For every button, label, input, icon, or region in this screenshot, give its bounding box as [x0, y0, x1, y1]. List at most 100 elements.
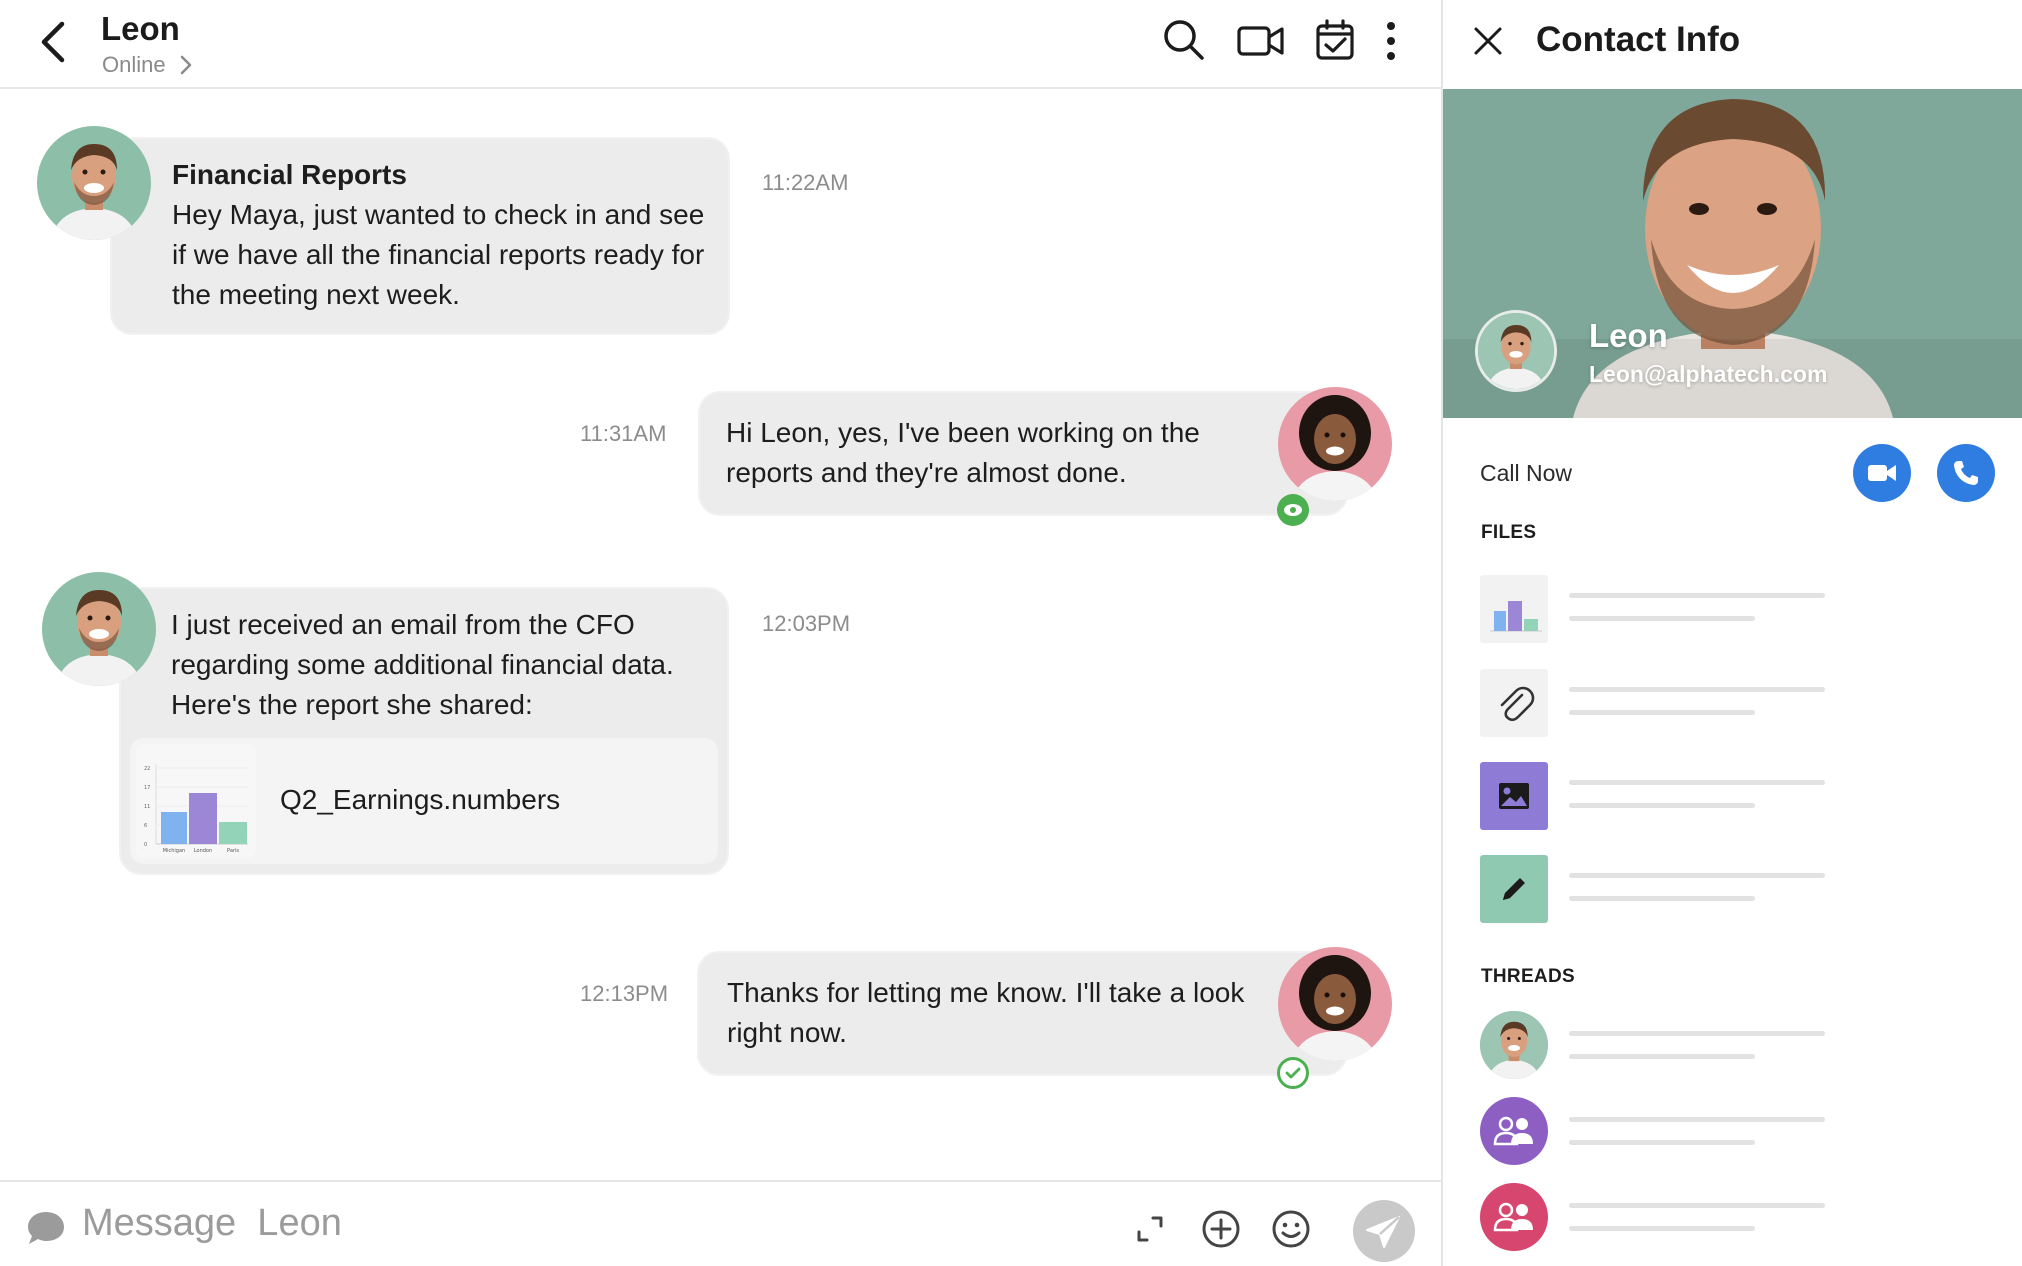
delivered-receipt-icon: [1277, 1057, 1309, 1089]
thumb-tick: 22: [144, 766, 150, 772]
message-bubble-incoming[interactable]: Financial Reports Hey Maya, just wanted …: [112, 139, 728, 333]
thread-item[interactable]: [1480, 1183, 1990, 1253]
leon-face-icon: [37, 126, 151, 240]
emoji-icon[interactable]: [1270, 1208, 1312, 1250]
thumb-tick: 6: [144, 823, 147, 829]
contact-info-panel: Contact Info Leon Leon@alphatech.com Cal…: [1441, 0, 2022, 1266]
maya-avatar[interactable]: [1278, 387, 1392, 501]
leon-avatar[interactable]: [42, 572, 156, 686]
contact-avatar: [1475, 310, 1557, 392]
thumb-category: Michigan: [163, 848, 185, 854]
calendar-task-button[interactable]: [1312, 16, 1360, 64]
message-input[interactable]: [82, 1196, 982, 1250]
maya-face-icon: [1278, 947, 1392, 1061]
close-button[interactable]: [1471, 24, 1505, 58]
message-text: Thanks for letting me know. I'll take a …: [727, 977, 1245, 1048]
send-button[interactable]: [1353, 1200, 1415, 1262]
image-icon: [1480, 762, 1548, 830]
message-text: Hey Maya, just wanted to check in and se…: [172, 199, 705, 310]
placeholder-line: [1569, 1031, 1825, 1036]
calendar-check-icon: [1316, 19, 1354, 60]
placeholder-line: [1569, 1226, 1755, 1231]
placeholder-line: [1569, 896, 1755, 901]
chevron-left-icon: [41, 21, 65, 63]
contact-hero-photo: Leon Leon@alphatech.com: [1443, 89, 2022, 418]
message-time: 11:31AM: [580, 421, 667, 446]
placeholder-line: [1569, 687, 1825, 692]
phone-icon: [1954, 461, 1978, 485]
video-camera-icon: [1868, 465, 1896, 481]
more-options-button[interactable]: [1373, 16, 1409, 64]
file-item[interactable]: [1480, 669, 1990, 737]
file-item[interactable]: [1480, 855, 1990, 923]
contact-name[interactable]: Leon: [101, 10, 180, 48]
chat-pane: Leon Online Financial Reports Hey Maya, …: [0, 0, 1441, 1266]
pencil-icon: [1480, 855, 1548, 923]
leon-avatar: [1480, 1011, 1548, 1079]
send-icon: [1366, 1216, 1400, 1248]
message-title: Financial Reports: [172, 159, 407, 190]
files-section-label: FILES: [1481, 522, 1537, 543]
placeholder-line: [1569, 873, 1825, 878]
message-time: 11:22AM: [762, 170, 849, 195]
chat-bubble-icon: [28, 1212, 64, 1244]
contact-name: Leon: [1589, 317, 1668, 354]
maya-face-icon: [1278, 387, 1392, 501]
bar-chart-icon: 22 17 11 6 0 Michigan London Paris: [144, 764, 248, 854]
search-icon: [1164, 20, 1204, 60]
video-call-now-button[interactable]: [1853, 444, 1911, 502]
placeholder-line: [1569, 1117, 1825, 1122]
thread-item[interactable]: [1480, 1011, 1990, 1081]
contact-status-link[interactable]: Online: [102, 52, 192, 78]
placeholder-line: [1569, 593, 1825, 598]
message-text: Hi Leon, yes, I've been working on the r…: [726, 417, 1200, 488]
attachment-filename: Q2_Earnings.numbers: [280, 784, 561, 815]
file-item[interactable]: [1480, 575, 1990, 643]
placeholder-line: [1569, 1054, 1755, 1059]
maya-avatar[interactable]: [1278, 947, 1392, 1061]
more-vertical-icon: [1387, 22, 1395, 60]
attachment-thumbnail: 22 17 11 6 0 Michigan London Paris: [136, 744, 256, 858]
thumb-tick: 17: [144, 785, 150, 791]
threads-section-label: THREADS: [1481, 966, 1575, 987]
placeholder-line: [1569, 710, 1755, 715]
placeholder-line: [1569, 1203, 1825, 1208]
thumb-category: Paris: [227, 848, 239, 854]
message-time: 12:13PM: [580, 981, 669, 1006]
back-button[interactable]: [36, 18, 76, 66]
message-text: I just received an email from the CFO re…: [171, 609, 674, 720]
expand-icon[interactable]: [1133, 1212, 1167, 1246]
video-call-button[interactable]: [1236, 16, 1284, 64]
call-now-label: Call Now: [1480, 460, 1573, 486]
thread-item[interactable]: [1480, 1097, 1990, 1167]
contact-email[interactable]: Leon@alphatech.com: [1589, 361, 1827, 388]
file-item[interactable]: [1480, 762, 1990, 830]
add-icon[interactable]: [1200, 1208, 1242, 1250]
thumb-tick: 11: [144, 804, 150, 810]
leon-avatar[interactable]: [37, 126, 151, 240]
thumb-category: London: [194, 848, 212, 854]
leon-face-icon: [42, 572, 156, 686]
bar-chart-icon: [1480, 575, 1548, 643]
placeholder-line: [1569, 780, 1825, 785]
message-bubble-outgoing[interactable]: Hi Leon, yes, I've been working on the r…: [700, 393, 1346, 514]
paperclip-icon: [1480, 669, 1548, 737]
search-button[interactable]: [1160, 16, 1208, 64]
seen-receipt-icon: [1277, 494, 1309, 526]
placeholder-line: [1569, 803, 1755, 808]
status-text: Online: [102, 52, 166, 77]
group-icon: [1480, 1097, 1548, 1165]
close-icon: [1474, 27, 1502, 55]
file-attachment[interactable]: 22 17 11 6 0 Michigan London Paris Q2_Ea…: [130, 738, 718, 864]
placeholder-line: [1569, 616, 1755, 621]
message-bubble-outgoing[interactable]: Thanks for letting me know. I'll take a …: [699, 953, 1345, 1074]
group-icon: [1480, 1183, 1548, 1251]
voice-call-now-button[interactable]: [1937, 444, 1995, 502]
message-time: 12:03PM: [762, 611, 851, 636]
message-composer: [0, 1180, 1441, 1266]
chevron-right-icon: [180, 55, 191, 75]
video-camera-icon: [1237, 26, 1284, 56]
chat-header: Leon Online: [0, 0, 1441, 89]
thumb-tick: 0: [144, 842, 147, 848]
panel-title: Contact Info: [1536, 20, 1741, 59]
